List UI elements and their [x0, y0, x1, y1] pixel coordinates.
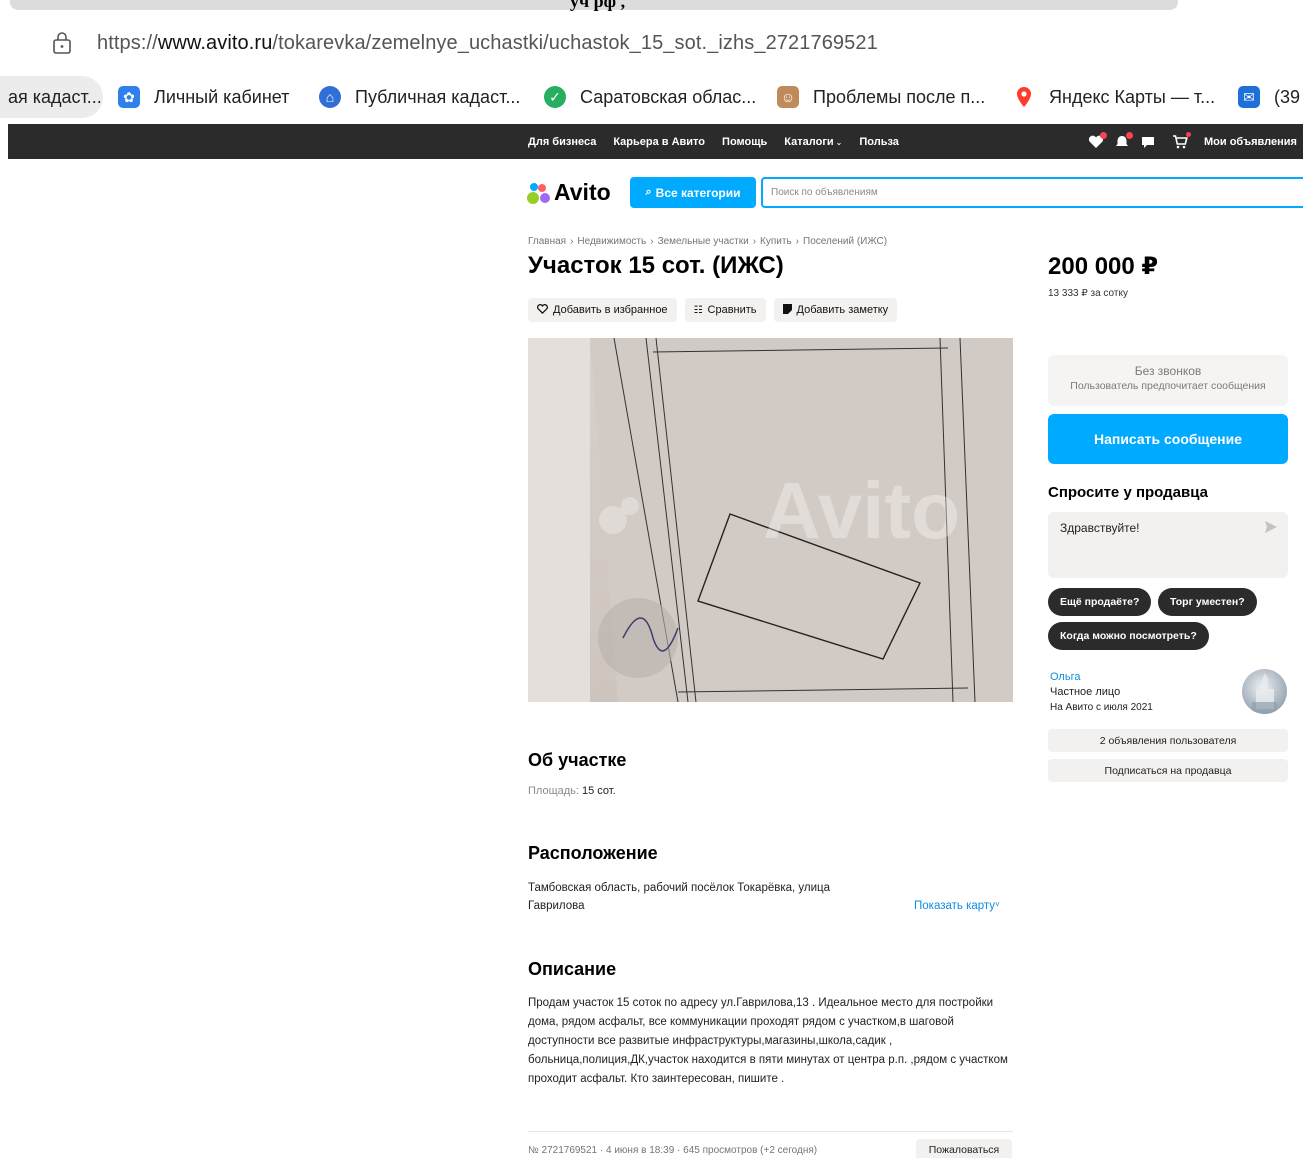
- breadcrumb: Главная › Недвижимость › Земельные участки…: [528, 236, 887, 247]
- previous-window-fragment: уч рф ,: [0, 0, 1303, 14]
- seller-name[interactable]: Ольга: [1050, 671, 1080, 683]
- cart-icon[interactable]: [1172, 131, 1191, 149]
- description-text: Продам участок 15 соток по адресу ул.Гав…: [528, 997, 1008, 1085]
- about-heading: Об участке: [528, 750, 627, 770]
- compare-button[interactable]: ☷ Сравнить: [684, 298, 766, 322]
- rosreestr-icon: ⌂: [319, 86, 341, 108]
- search-placeholder: Поиск по объявлениям: [771, 187, 878, 198]
- location-heading: Расположение: [528, 843, 658, 863]
- cadastral-document-image: Avito: [528, 338, 1013, 702]
- lock-icon[interactable]: [52, 32, 72, 54]
- price: 200 000 ₽: [1048, 253, 1159, 280]
- nav-benefit[interactable]: Польза: [859, 136, 899, 148]
- crumb-land[interactable]: Земельные участки: [658, 236, 749, 247]
- chevron-down-icon: ⌄: [835, 137, 843, 147]
- write-message-button[interactable]: Написать сообщение: [1048, 414, 1288, 464]
- heart-outline-icon: [537, 303, 548, 317]
- bookmark-saratov[interactable]: ✓ Саратовская облас...: [544, 76, 756, 118]
- avito-logo[interactable]: Avito: [527, 178, 611, 206]
- chevron-right-icon: ›: [570, 236, 574, 247]
- all-categories-button[interactable]: ⌕ Все категории: [630, 177, 756, 208]
- page-title: Участок 15 сот. (ИЖС): [528, 252, 784, 279]
- bookmark-mail[interactable]: ✉ (39: [1238, 76, 1300, 118]
- check-icon: ✓: [544, 86, 566, 108]
- map-pin-icon: [1013, 86, 1035, 108]
- avito-logo-text: Avito: [554, 178, 611, 205]
- gosuslugi-icon: ✿: [118, 86, 140, 108]
- chevron-right-icon: ›: [752, 236, 757, 247]
- seller-avatar[interactable]: [1242, 669, 1287, 714]
- url-text[interactable]: https://www.avito.ru/tokarevka/zemelnye_…: [97, 32, 878, 55]
- bookmarks-bar: ая кадаст... ✿ Личный кабинет ⌂ Публичная …: [0, 76, 1303, 120]
- nav-help[interactable]: Помощь: [722, 136, 767, 148]
- seller-since: На Авито с июля 2021: [1050, 702, 1153, 713]
- seller-type: Частное лицо: [1050, 686, 1121, 698]
- seller-ads-button[interactable]: 2 объявления пользователя: [1048, 729, 1288, 752]
- add-note-button[interactable]: Добавить заметку: [773, 298, 898, 322]
- fragment-text: уч рф ,: [570, 0, 626, 11]
- chevron-down-icon: ˅: [995, 900, 1000, 909]
- avito-logo-icon: [527, 180, 553, 204]
- search-input[interactable]: Поиск по объявлениям: [761, 177, 1303, 208]
- no-calls-notice: Без звонков Пользователь предпочитает со…: [1048, 355, 1288, 406]
- nav-career[interactable]: Карьера в Авито: [613, 136, 705, 148]
- send-icon[interactable]: [1264, 520, 1278, 534]
- subscribe-seller-button[interactable]: Подписаться на продавца: [1048, 759, 1288, 782]
- ask-seller-heading: Спросите у продавца: [1048, 484, 1208, 501]
- mail-icon: ✉: [1238, 86, 1260, 108]
- avito-top-nav: Для бизнеса Карьера в Авито Помощь Катал…: [8, 124, 1303, 159]
- description-heading: Описание: [528, 959, 617, 979]
- bell-icon[interactable]: [1114, 131, 1133, 149]
- chevron-right-icon: ›: [650, 236, 654, 247]
- area-row: Площадь: 15 сот.: [528, 785, 616, 797]
- categories-search-icon: ⌕: [645, 186, 652, 198]
- crumb-izhs[interactable]: Поселений (ИЖС): [803, 236, 887, 247]
- nav-catalogs[interactable]: Каталоги ⌄: [784, 136, 842, 148]
- chat-icon[interactable]: [1140, 135, 1156, 149]
- photo-watermark: Avito: [763, 466, 960, 555]
- bookmark-public-cadastral[interactable]: ⌂ Публичная кадаст...: [319, 76, 520, 118]
- area-value: 15 сот.: [582, 785, 616, 797]
- no-calls-title: Без звонков: [1134, 364, 1202, 378]
- bookmark-cadastral-partial[interactable]: ая кадаст...: [0, 76, 103, 118]
- ask-seller-text: Здравствуйте!: [1060, 521, 1140, 535]
- nav-business[interactable]: Для бизнеса: [528, 136, 596, 148]
- crumb-buy[interactable]: Купить: [760, 236, 792, 247]
- crumb-realty[interactable]: Недвижимость: [577, 236, 646, 247]
- divider: [528, 1131, 1013, 1132]
- address-bar[interactable]: https://www.avito.ru/tokarevka/zemelnye_…: [0, 20, 1303, 70]
- quick-question-when-view[interactable]: Когда можно посмотреть?: [1048, 622, 1209, 650]
- show-map-link[interactable]: Показать карту˅: [914, 900, 1000, 912]
- crumb-home[interactable]: Главная: [528, 236, 566, 247]
- heart-icon[interactable]: [1088, 131, 1107, 149]
- avatar-icon: ☺: [777, 86, 799, 108]
- note-icon: [782, 303, 792, 317]
- my-ads-link[interactable]: Мои объявления: [1204, 136, 1297, 148]
- quick-question-still-selling[interactable]: Ещё продаёте?: [1048, 588, 1152, 616]
- price-per-unit: 13 333 ₽ за сотку: [1048, 288, 1128, 299]
- no-calls-subtitle: Пользователь предпочитает сообщения: [1070, 380, 1266, 392]
- ask-seller-input[interactable]: Здравствуйте!: [1048, 512, 1288, 578]
- report-button[interactable]: Пожаловаться: [916, 1139, 1012, 1158]
- bookmark-personal-cabinet[interactable]: ✿ Личный кабинет: [118, 76, 289, 118]
- listing-actions: Добавить в избранное ☷ Сравнить Добавить…: [528, 298, 898, 322]
- listing-meta: № 2721769521 · 4 июня в 18:39 · 645 прос…: [528, 1145, 818, 1156]
- bookmark-problems[interactable]: ☺ Проблемы после п...: [777, 76, 985, 118]
- area-label: Площадь:: [528, 785, 582, 797]
- compare-icon: ☷: [693, 304, 703, 316]
- address-text: Тамбовская область, рабочий посёлок Тока…: [528, 882, 831, 912]
- chevron-right-icon: ›: [795, 236, 799, 247]
- quick-question-bargain[interactable]: Торг уместен?: [1158, 588, 1257, 616]
- bookmark-yandex-maps[interactable]: Яндекс Карты — т...: [1013, 76, 1215, 118]
- add-to-favorites-button[interactable]: Добавить в избранное: [528, 298, 677, 322]
- listing-photo[interactable]: Avito: [528, 338, 1013, 702]
